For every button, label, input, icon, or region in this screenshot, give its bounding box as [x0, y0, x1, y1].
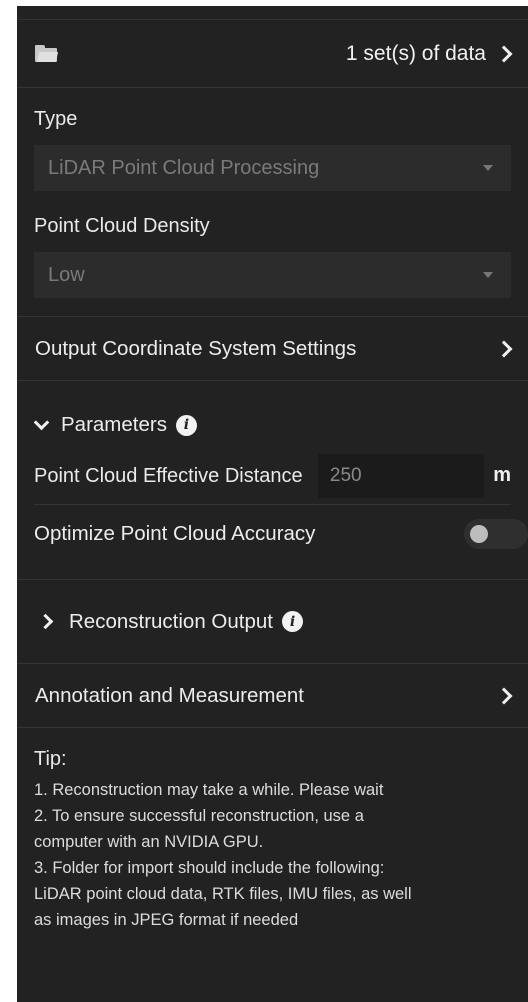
chevron-right-icon	[495, 340, 513, 357]
distance-unit: m	[493, 464, 511, 486]
parameters-title: Parameters	[61, 413, 167, 436]
density-value: Low	[48, 263, 85, 286]
optimize-accuracy-row: Optimize Point Cloud Accuracy	[34, 505, 528, 563]
output-coordinate-settings-row[interactable]: Output Coordinate System Settings	[17, 317, 528, 381]
chevron-right-icon	[37, 613, 54, 630]
tip-line: LiDAR point cloud data, RTK files, IMU f…	[34, 885, 412, 903]
type-label: Type	[34, 108, 78, 130]
dataset-selector[interactable]: 1 set(s) of data	[345, 41, 513, 66]
effective-distance-label: Point Cloud Effective Distance	[34, 464, 303, 487]
parameters-toggle[interactable]: Parameters i	[33, 411, 511, 439]
chevron-right-icon	[495, 45, 513, 62]
output-coordinate-label: Output Coordinate System Settings	[35, 336, 357, 360]
tip-line: 3. Folder for import should include the …	[34, 859, 385, 877]
annotation-measurement-label: Annotation and Measurement	[35, 683, 304, 707]
info-icon[interactable]: i	[281, 611, 303, 632]
top-border	[17, 6, 528, 20]
toggle-knob	[470, 525, 488, 543]
type-select[interactable]: LiDAR Point Cloud Processing	[34, 145, 511, 191]
caret-down-icon	[483, 272, 493, 278]
reconstruction-output-title: Reconstruction Output	[69, 609, 273, 633]
optimize-accuracy-toggle[interactable]	[464, 519, 528, 549]
folder-icon[interactable]	[35, 45, 59, 62]
chevron-down-icon	[33, 414, 50, 430]
tip-line: computer with an NVIDIA GPU.	[34, 833, 264, 851]
tip-line: as images in JPEG format if needed	[34, 911, 299, 929]
effective-distance-row: Point Cloud Effective Distance 250 m	[34, 447, 511, 505]
caret-down-icon	[483, 165, 493, 171]
density-label: Point Cloud Density	[34, 215, 210, 237]
info-icon[interactable]: i	[175, 414, 197, 436]
annotation-measurement-row[interactable]: Annotation and Measurement	[17, 664, 528, 728]
processing-settings: Type LiDAR Point Cloud Processing Point …	[17, 88, 528, 317]
dataset-label: 1 set(s) of data	[345, 41, 486, 65]
effective-distance-input[interactable]: 250	[317, 453, 485, 498]
tip-section: Tip: 1. Reconstruction may take a while.…	[17, 728, 528, 953]
density-select[interactable]: Low	[34, 252, 511, 298]
tip-line: 1. Reconstruction may take a while. Plea…	[34, 781, 384, 799]
parameters-section: Parameters i Point Cloud Effective Dista…	[17, 381, 528, 580]
dataset-header: 1 set(s) of data	[17, 20, 528, 88]
optimize-accuracy-label: Optimize Point Cloud Accuracy	[34, 522, 316, 545]
reconstruction-output-toggle[interactable]: Reconstruction Output i	[17, 580, 528, 664]
tip-title: Tip:	[34, 748, 67, 770]
tip-line: 2. To ensure successful reconstruction, …	[34, 807, 364, 825]
type-value: LiDAR Point Cloud Processing	[48, 156, 320, 179]
chevron-right-icon	[495, 687, 513, 704]
reconstruction-panel: 1 set(s) of data Type LiDAR Point Cloud …	[17, 6, 528, 1002]
